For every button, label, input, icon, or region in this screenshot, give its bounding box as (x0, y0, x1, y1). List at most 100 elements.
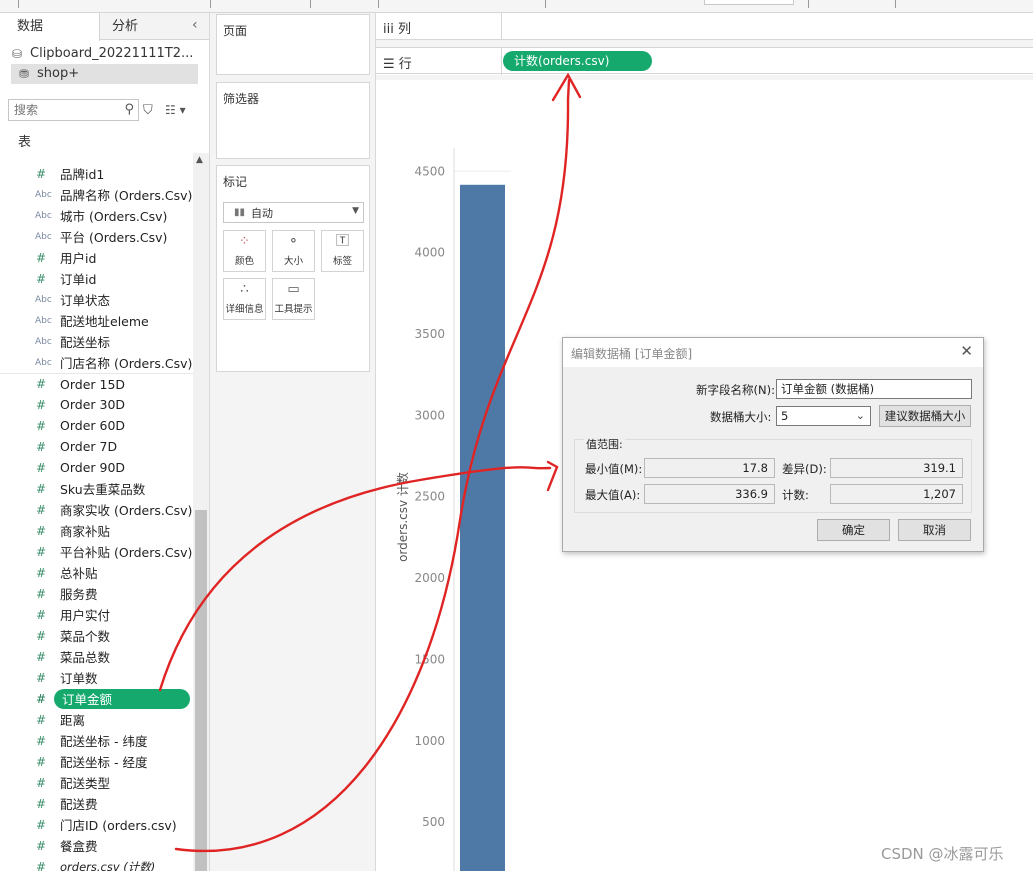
columns-icon: iii (383, 22, 394, 37)
columns-shelf-label: iii 列 (383, 22, 411, 37)
palette-icon: ⁘ (239, 234, 250, 249)
field-item[interactable]: # Order 60D (0, 415, 193, 436)
number-type-icon: # (36, 166, 47, 181)
min-value-field: 17.8 (644, 458, 775, 478)
number-type-icon: # (36, 565, 47, 580)
scroll-up-icon[interactable]: ▲ (196, 155, 203, 165)
toolbar-dropdown[interactable] (704, 0, 794, 5)
field-item[interactable]: # 用户实付 (0, 604, 193, 625)
field-item[interactable]: # Sku去重菜品数 (0, 478, 193, 499)
tab-analysis[interactable]: 分析 (112, 13, 138, 40)
field-item[interactable]: # 总补贴 (0, 562, 193, 583)
number-type-icon: # (36, 502, 47, 517)
ok-button[interactable]: 确定 (817, 519, 890, 541)
field-item[interactable]: # 订单金额 (0, 688, 193, 709)
field-item[interactable]: # Order 7D (0, 436, 193, 457)
suggest-bin-size-button[interactable]: 建议数据桶大小 (879, 405, 971, 427)
columns-shelf[interactable]: iii 列 (376, 13, 1033, 40)
marks-card: 标记 ▮▮ 自动 ▼ ⁘ 颜色 ⚬ 大小 🅃 标签 ∴ 详细信息 ▭ 工具提示 (216, 165, 370, 372)
search-icon[interactable]: ⚲ (124, 102, 134, 117)
field-item[interactable]: # 服务费 (0, 583, 193, 604)
field-search-box[interactable]: ⚲ (8, 99, 139, 121)
field-item[interactable]: Abc 配送地址eleme (0, 310, 193, 331)
field-item[interactable]: # 配送类型 (0, 772, 193, 793)
bin-size-select[interactable]: 5 ⌄ (776, 406, 871, 426)
max-value-label: 最大值(A): (585, 488, 641, 502)
y-tick-label: 2000 (414, 571, 445, 585)
filter-icon[interactable]: ⛉ (143, 103, 159, 118)
field-item[interactable]: # Order 15D (0, 373, 193, 394)
field-label: 城市 (Orders.Csv) (60, 209, 168, 224)
field-item[interactable]: # 商家补贴 (0, 520, 193, 541)
number-type-icon: # (36, 523, 47, 538)
field-item[interactable]: # 配送坐标 - 纬度 (0, 730, 193, 751)
tooltip-button[interactable]: ▭ 工具提示 (272, 278, 315, 320)
value-range-group: 值范围: 最小值(M): 17.8 差异(D): 319.1 最大值(A): 3… (574, 436, 972, 513)
number-type-icon: # (36, 859, 47, 871)
field-item[interactable]: # 用户id (0, 247, 193, 268)
field-item[interactable]: # 餐盒费 (0, 835, 193, 856)
color-button[interactable]: ⁘ 颜色 (223, 230, 266, 272)
field-label: 平台 (Orders.Csv) (60, 230, 168, 245)
rows-pill-count-orders[interactable]: 计数(orders.csv) (503, 51, 652, 71)
field-list-scrollbar[interactable]: ▲ (193, 153, 209, 871)
field-item[interactable]: # 订单数 (0, 667, 193, 688)
cancel-button[interactable]: 取消 (898, 519, 971, 541)
field-label: Order 30D (60, 397, 126, 412)
number-type-icon: # (36, 544, 47, 559)
rows-shelf[interactable]: ☰ 行 (376, 47, 1033, 75)
close-icon[interactable]: ✕ (960, 342, 973, 360)
dialog-titlebar: 编辑数据桶 [订单金额] ✕ (563, 338, 983, 367)
number-type-icon: # (36, 712, 47, 727)
field-item[interactable]: # 商家实收 (Orders.Csv) (0, 499, 193, 520)
field-item[interactable]: # 菜品个数 (0, 625, 193, 646)
field-label: 配送类型 (60, 776, 111, 791)
field-label: 订单数 (60, 671, 98, 686)
field-label: 商家实收 (Orders.Csv) (60, 503, 193, 518)
field-item[interactable]: Abc 门店名称 (Orders.Csv) (0, 352, 193, 373)
mark-type-select[interactable]: ▮▮ 自动 ▼ (223, 202, 364, 223)
field-item[interactable]: Abc 品牌名称 (Orders.Csv) (0, 184, 193, 205)
data-pane: 数据 分析 ‹ ⛁ Clipboard_20221111T2... ⛃ shop… (0, 13, 210, 871)
y-tick-label: 3500 (414, 327, 445, 341)
field-item[interactable]: # 配送坐标 - 经度 (0, 751, 193, 772)
string-type-icon: Abc (35, 294, 52, 305)
label-button[interactable]: 🅃 标签 (321, 230, 364, 272)
number-type-icon: # (36, 460, 47, 475)
field-item[interactable]: Abc 配送坐标 (0, 331, 193, 352)
string-type-icon: Abc (35, 336, 52, 347)
field-item[interactable]: # 菜品总数 (0, 646, 193, 667)
filters-card[interactable]: 筛选器 (216, 82, 370, 159)
field-item[interactable]: # Order 90D (0, 457, 193, 478)
collapse-pane-icon[interactable]: ‹ (192, 17, 198, 33)
field-item[interactable]: Abc 订单状态 (0, 289, 193, 310)
field-item[interactable]: # Order 30D (0, 394, 193, 415)
count-value-field: 1,207 (830, 484, 963, 504)
tab-data[interactable]: 数据 (0, 13, 100, 41)
datasource-shop[interactable]: ⛃ shop+ (11, 64, 198, 84)
field-item[interactable]: # orders.csv (计数) (0, 856, 193, 871)
field-item[interactable]: # 订单id (0, 268, 193, 289)
scrollbar-thumb[interactable] (195, 510, 207, 871)
field-item[interactable]: Abc 城市 (Orders.Csv) (0, 205, 193, 226)
field-item[interactable]: # 门店ID (orders.csv) (0, 814, 193, 835)
field-item[interactable]: Abc 平台 (Orders.Csv) (0, 226, 193, 247)
field-item[interactable]: # 品牌id1 (0, 163, 193, 184)
field-item[interactable]: # 距离 (0, 709, 193, 730)
field-item[interactable]: # 配送费 (0, 793, 193, 814)
field-label: 餐盒费 (60, 839, 98, 854)
detail-button[interactable]: ∴ 详细信息 (223, 278, 266, 320)
field-item[interactable]: # 平台补贴 (Orders.Csv) (0, 541, 193, 562)
field-label: 订单id (60, 272, 97, 287)
size-button[interactable]: ⚬ 大小 (272, 230, 315, 272)
chevron-down-icon: ▼ (352, 206, 359, 216)
datasource-clipboard[interactable]: ⛁ Clipboard_20221111T2... (12, 44, 193, 64)
new-field-name-input[interactable]: 订单金额 (数据桶) (776, 379, 972, 399)
y-tick-label: 1500 (414, 652, 445, 666)
view-options-icon[interactable]: ☷ ▾ (165, 103, 186, 117)
number-type-icon: # (36, 377, 47, 391)
number-type-icon: # (36, 271, 47, 286)
field-label: Order 7D (60, 439, 118, 454)
pages-card[interactable]: 页面 (216, 14, 370, 75)
search-input[interactable] (9, 100, 114, 120)
